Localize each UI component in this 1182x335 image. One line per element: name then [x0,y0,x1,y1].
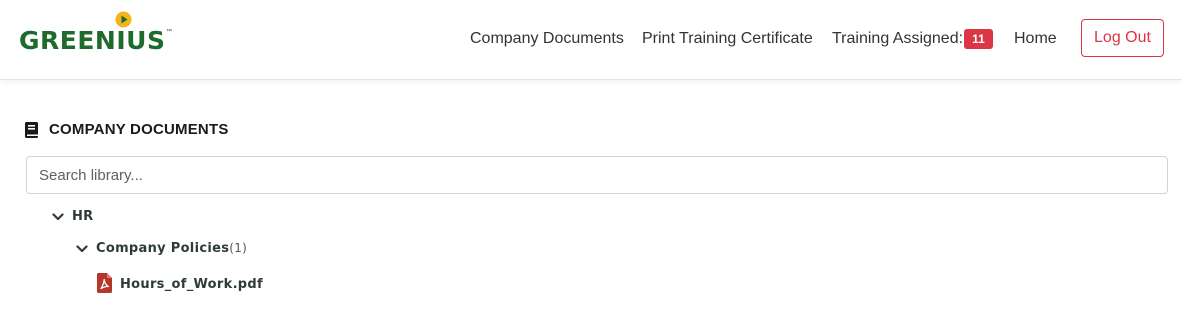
training-assigned-count-badge: 11 [964,29,993,49]
folder-label: Company Policies [96,241,230,256]
file-name[interactable]: Hours_of_Work.pdf [120,277,263,292]
page-title: COMPANY DOCUMENTS [49,121,229,138]
nav-print-training-certificate[interactable]: Print Training Certificate [642,29,813,49]
brand-name: GREENIUS [19,26,166,55]
tree-node-label: Company Policies(1) [96,241,247,256]
top-navbar: GREENIUS ™ Company Documents Print Train… [0,0,1182,80]
search-library-input[interactable] [26,156,1168,194]
brand-trademark: ™ [166,29,172,35]
nav-home[interactable]: Home [1014,29,1057,49]
nav-training-assigned[interactable]: Training Assigned: [832,29,963,49]
chevron-down-icon[interactable] [52,212,64,222]
pdf-icon [97,273,112,293]
chevron-down-icon[interactable] [76,244,88,254]
logout-button[interactable]: Log Out [1081,19,1164,57]
greenius-logo[interactable]: GREENIUS ™ [19,11,174,56]
book-icon [25,122,38,138]
tree-node-label: HR [72,209,94,224]
folder-count: (1) [229,241,248,255]
nav-company-documents[interactable]: Company Documents [470,29,624,49]
